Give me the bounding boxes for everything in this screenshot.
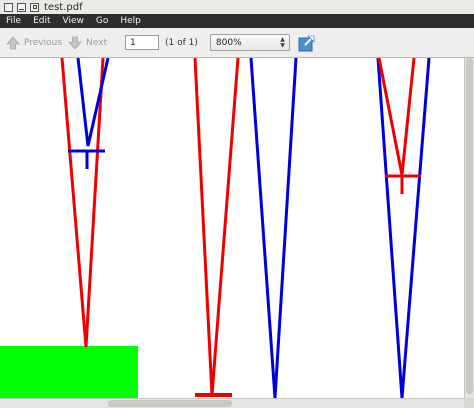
vertical-scrollbar[interactable]	[464, 58, 474, 398]
vertical-scroll-thumb[interactable]	[466, 58, 473, 394]
arrow-up-icon	[6, 35, 20, 49]
document-view[interactable]	[0, 58, 464, 398]
next-label: Next	[86, 37, 108, 48]
window-minimize-button[interactable]	[17, 2, 26, 12]
spin-arrows-icon: ▲ ▼	[280, 36, 285, 49]
menu-edit[interactable]: Edit	[27, 16, 56, 26]
menu-help[interactable]: Help	[114, 16, 147, 26]
blue-v-shape-3	[376, 58, 431, 398]
menu-bar: File Edit View Go Help	[0, 14, 474, 28]
pdf-page	[0, 58, 431, 398]
menu-view[interactable]: View	[57, 16, 90, 26]
zoom-value: 800%	[215, 37, 242, 48]
window-maximize-button[interactable]	[30, 2, 39, 12]
page-count: (1 of 1)	[165, 37, 198, 48]
title-bar: test.pdf	[0, 0, 474, 14]
next-button[interactable]: Next	[68, 36, 107, 50]
red-v-shape-2	[193, 58, 240, 396]
blue-v-shape-2	[249, 58, 298, 398]
horizontal-scrollbar[interactable]	[0, 398, 464, 408]
arrow-down-icon	[68, 36, 82, 50]
page-number-input[interactable]	[125, 35, 160, 50]
toolbar: Previous Next (1 of 1) 800% ▲▼	[0, 28, 474, 58]
previous-button[interactable]: Previous	[6, 35, 63, 50]
fit-page-icon[interactable]	[298, 34, 316, 52]
green-rectangle	[0, 346, 138, 398]
menu-file[interactable]: File	[0, 16, 27, 26]
zoom-select[interactable]: 800% ▲ ▼	[209, 34, 290, 51]
horizontal-scroll-thumb[interactable]	[108, 400, 232, 407]
scroll-corner	[464, 398, 474, 408]
window-title: test.pdf	[44, 1, 83, 13]
menu-go[interactable]: Go	[90, 16, 114, 26]
previous-label: Previous	[24, 37, 63, 48]
window-close-button[interactable]	[4, 2, 13, 12]
blue-v-shape-1	[76, 58, 110, 147]
